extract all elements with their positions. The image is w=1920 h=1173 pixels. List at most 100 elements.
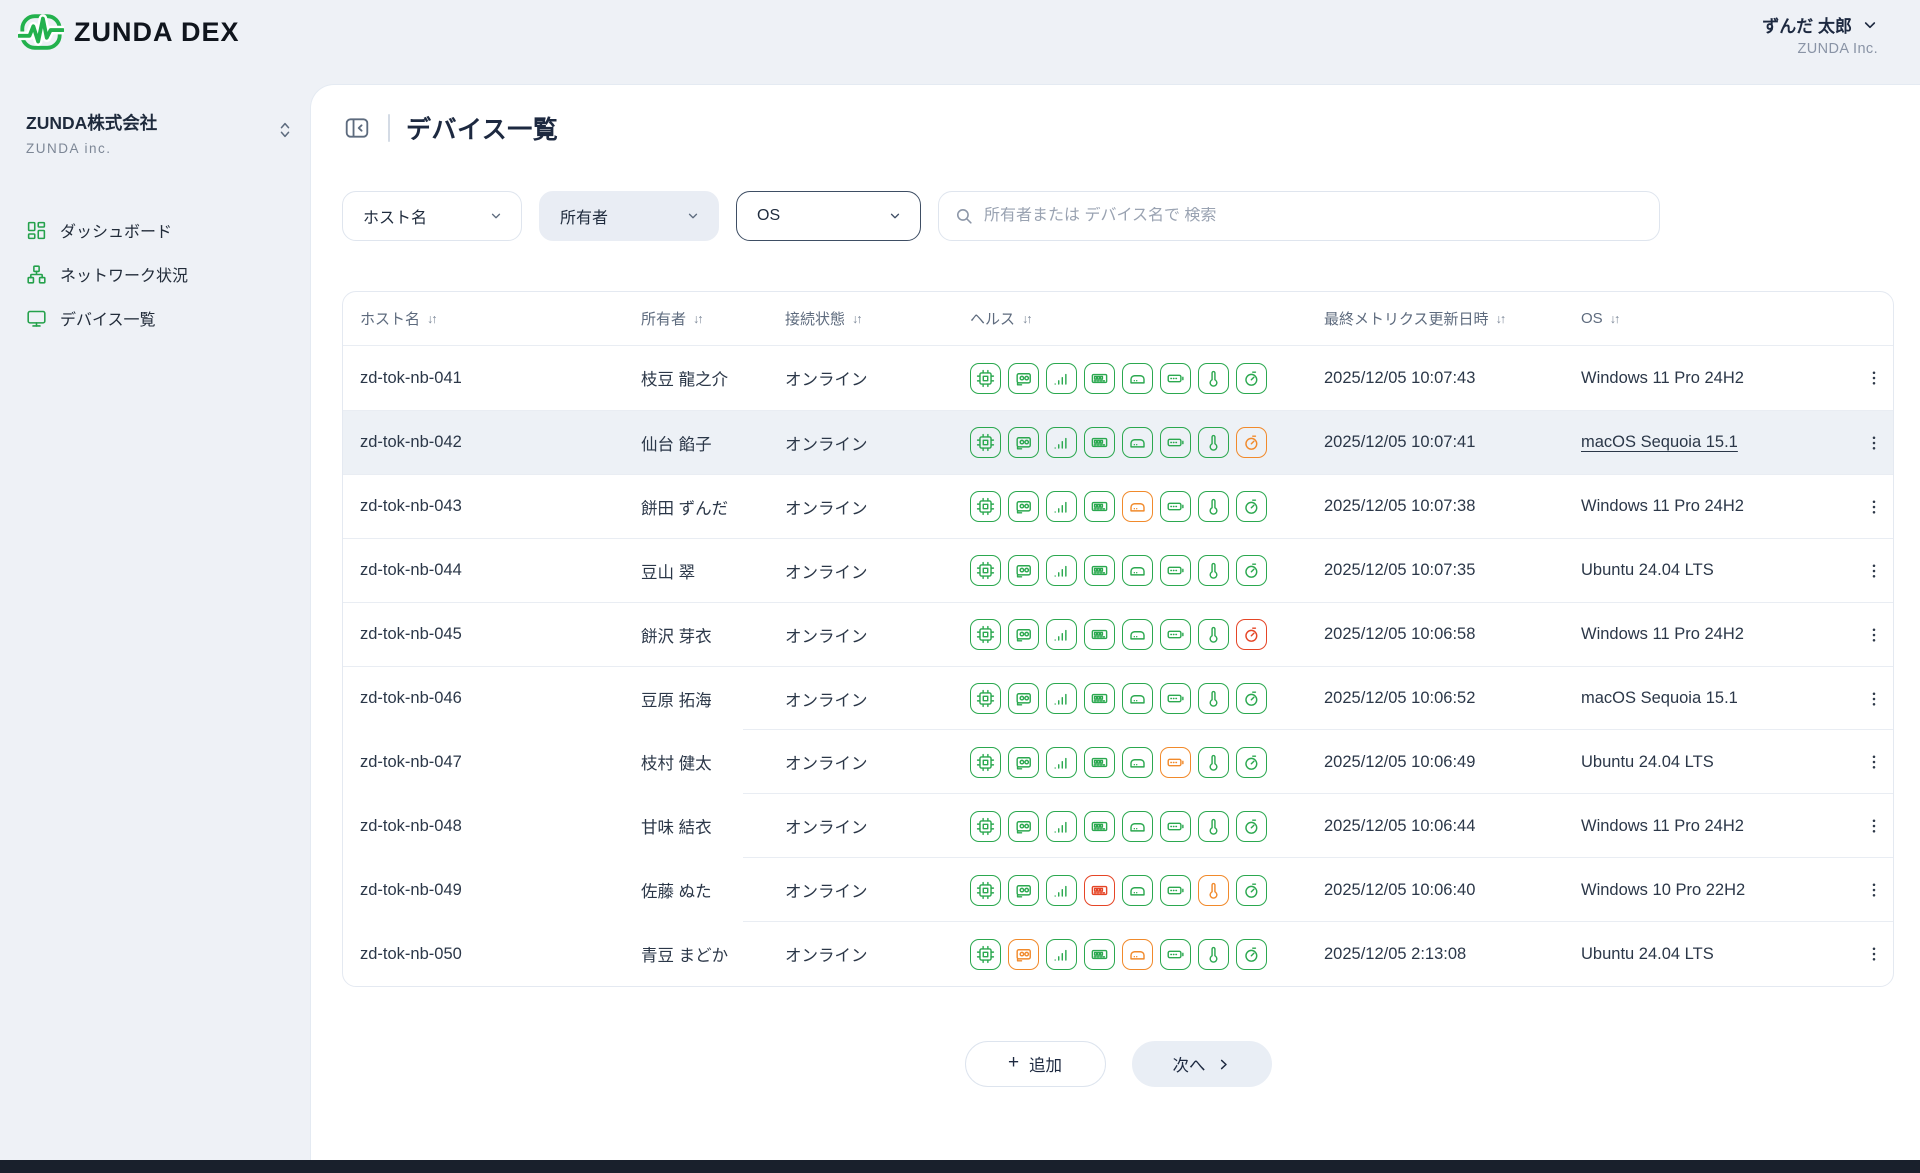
device-row[interactable]: zd-tok-nb-043餅田 ずんだオンライン2025/12/05 10:07… <box>343 474 1893 538</box>
sort-icon[interactable]: ↓↑ <box>1022 312 1031 326</box>
last-metrics-updated-cell: 2025/12/05 10:07:43 <box>1324 369 1581 388</box>
device-row[interactable]: zd-tok-nb-041枝豆 龍之介オンライン2025/12/05 10:07… <box>343 346 1893 410</box>
sort-icon[interactable]: ↓↑ <box>693 312 702 326</box>
signal-health-icon <box>1046 683 1077 714</box>
temperature-health-icon <box>1198 939 1229 970</box>
ram-health-icon <box>1084 491 1115 522</box>
dashboard-icon <box>26 220 47 241</box>
ram-health-icon <box>1084 427 1115 458</box>
devices-icon <box>26 308 47 329</box>
row-menu-button[interactable] <box>1853 751 1894 773</box>
filter-owner-dropdown[interactable]: 所有者 <box>539 191 719 241</box>
page-header: デバイス一覧 <box>342 109 1920 147</box>
org-subtitle: ZUNDA inc. <box>26 141 286 156</box>
chevron-down-icon <box>489 209 503 223</box>
signal-health-icon <box>1046 875 1077 906</box>
row-menu-button[interactable] <box>1853 943 1894 965</box>
os-cell: Ubuntu 24.04 LTS <box>1581 753 1853 772</box>
signal-health-icon <box>1046 555 1077 586</box>
disk-health-icon <box>1122 811 1153 842</box>
column-header-1[interactable]: ホスト名↓↑ <box>343 308 641 329</box>
device-row[interactable]: zd-tok-nb-049佐藤 ぬたオンライン2025/12/05 10:06:… <box>343 858 1893 922</box>
row-menu-button[interactable] <box>1853 496 1894 518</box>
owner-cell: 枝豆 龍之介 <box>641 366 785 390</box>
battery-health-icon <box>1160 875 1191 906</box>
column-header-5[interactable]: 最終メトリクス更新日時↓↑ <box>1324 308 1581 329</box>
signal-health-icon <box>1046 363 1077 394</box>
sort-icon[interactable]: ↓↑ <box>1610 312 1619 326</box>
user-menu-trigger[interactable]: ずんだ 太郎 <box>1762 12 1878 37</box>
os-cell: Windows 11 Pro 24H2 <box>1581 817 1853 836</box>
column-header-3[interactable]: 接続状態↓↑ <box>785 308 970 329</box>
add-device-button[interactable]: + 追加 <box>965 1041 1106 1087</box>
disk-health-icon <box>1122 491 1153 522</box>
cpu-health-icon <box>970 363 1001 394</box>
last-metrics-updated-cell: 2025/12/05 2:13:08 <box>1324 945 1581 964</box>
filter-os-dropdown[interactable]: OS <box>736 191 921 241</box>
device-table: ホスト名↓↑所有者↓↑接続状態↓↑ヘルス↓↑最終メトリクス更新日時↓↑OS↓↑ … <box>342 291 1894 987</box>
row-menu-button[interactable] <box>1853 560 1894 582</box>
device-row[interactable]: zd-tok-nb-047枝村 健太オンライン2025/12/05 10:06:… <box>343 730 1893 794</box>
owner-cell: 餅田 ずんだ <box>641 495 785 519</box>
device-row[interactable]: zd-tok-nb-042仙台 餡子オンライン2025/12/05 10:07:… <box>343 410 1893 474</box>
host-name-cell: zd-tok-nb-050 <box>343 945 641 964</box>
sidebar: ZUNDA株式会社 ZUNDA inc. ダッシュボードネットワーク状況デバイス… <box>0 84 310 1160</box>
cpu-health-icon <box>970 811 1001 842</box>
main-panel: デバイス一覧 ホスト名 所有者 OS ホスト名↓↑ <box>310 84 1920 1160</box>
os-cell: Ubuntu 24.04 LTS <box>1581 561 1853 580</box>
connection-status-cell: オンライン <box>785 366 970 390</box>
gpu-health-icon <box>1008 683 1039 714</box>
disk-health-icon <box>1122 427 1153 458</box>
sidebar-item-devices[interactable]: デバイス一覧 <box>0 296 310 340</box>
device-row[interactable]: zd-tok-nb-050青豆 まどかオンライン2025/12/05 2:13:… <box>343 922 1893 986</box>
row-menu-button[interactable] <box>1853 879 1894 901</box>
user-name: ずんだ 太郎 <box>1762 12 1852 37</box>
temperature-health-icon <box>1198 427 1229 458</box>
search-input[interactable] <box>984 207 1643 225</box>
row-menu-button[interactable] <box>1853 624 1894 646</box>
sidebar-item-dashboard[interactable]: ダッシュボード <box>0 208 310 252</box>
collapse-sidebar-icon[interactable] <box>342 113 372 143</box>
brand-logo: ZUNDA DEX <box>18 9 240 55</box>
ram-health-icon <box>1084 363 1115 394</box>
kebab-icon <box>1865 624 1883 646</box>
host-name-cell: zd-tok-nb-049 <box>343 881 641 900</box>
next-page-label: 次へ <box>1173 1052 1206 1076</box>
battery-health-icon <box>1160 811 1191 842</box>
column-label: ヘルス <box>970 308 1015 329</box>
os-link[interactable]: macOS Sequoia 15.1 <box>1581 433 1738 451</box>
cpu-health-icon <box>970 875 1001 906</box>
connection-status-cell: オンライン <box>785 495 970 519</box>
sort-icon[interactable]: ↓↑ <box>1496 312 1505 326</box>
host-name-cell: zd-tok-nb-047 <box>343 753 641 772</box>
sort-icon[interactable]: ↓↑ <box>852 312 861 326</box>
org-selector-icon[interactable] <box>278 120 292 145</box>
column-header-2[interactable]: 所有者↓↑ <box>641 308 785 329</box>
temperature-health-icon <box>1198 875 1229 906</box>
row-menu-button[interactable] <box>1853 815 1894 837</box>
row-menu-button[interactable] <box>1853 432 1894 454</box>
sort-icon[interactable]: ↓↑ <box>427 312 436 326</box>
device-row[interactable]: zd-tok-nb-044豆山 翠オンライン2025/12/05 10:07:3… <box>343 538 1893 602</box>
disk-health-icon <box>1122 747 1153 778</box>
device-row[interactable]: zd-tok-nb-045餅沢 芽衣オンライン2025/12/05 10:06:… <box>343 602 1893 666</box>
device-row[interactable]: zd-tok-nb-048甘味 結衣オンライン2025/12/05 10:06:… <box>343 794 1893 858</box>
sidebar-item-label: ネットワーク状況 <box>60 262 188 286</box>
device-row[interactable]: zd-tok-nb-046豆原 拓海オンライン2025/12/05 10:06:… <box>343 666 1893 730</box>
next-page-button[interactable]: 次へ <box>1132 1041 1272 1087</box>
column-header-6[interactable]: OS ↓↑ <box>1581 310 1853 327</box>
cpu-health-icon <box>970 491 1001 522</box>
title-divider <box>388 114 390 142</box>
owner-cell: 豆原 拓海 <box>641 687 785 711</box>
org-switcher[interactable]: ZUNDA株式会社 ZUNDA inc. <box>0 84 310 156</box>
column-header-4[interactable]: ヘルス ↓↑ <box>970 308 1324 329</box>
sidebar-item-label: デバイス一覧 <box>60 306 156 330</box>
row-menu-button[interactable] <box>1853 688 1894 710</box>
filter-hostname-dropdown[interactable]: ホスト名 <box>342 191 522 241</box>
gpu-health-icon <box>1008 747 1039 778</box>
connection-status-cell: オンライン <box>785 559 970 583</box>
sidebar-item-network[interactable]: ネットワーク状況 <box>0 252 310 296</box>
column-label: OS <box>1581 310 1603 327</box>
ram-health-icon <box>1084 811 1115 842</box>
row-menu-button[interactable] <box>1853 367 1894 389</box>
